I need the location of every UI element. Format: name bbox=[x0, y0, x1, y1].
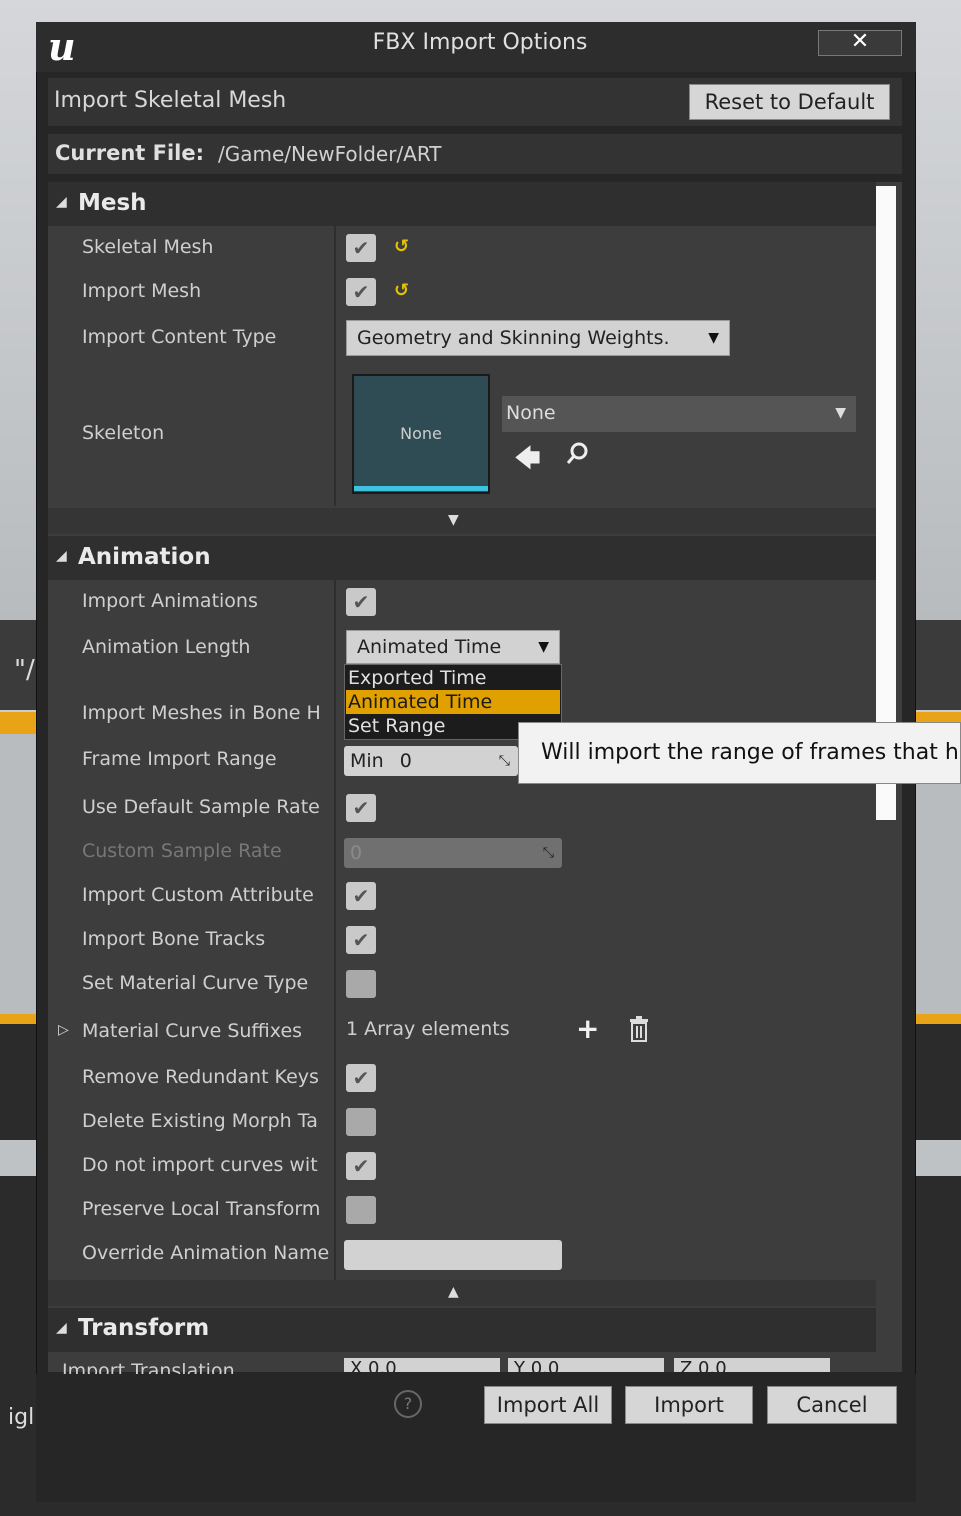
checkbox-delete-existing-morph-targets[interactable]: ✔ bbox=[346, 1108, 376, 1136]
label-import-content-type: Import Content Type bbox=[82, 326, 277, 348]
translation-y-field[interactable]: Y 0.0 bbox=[508, 1358, 664, 1372]
chevron-down-icon: ▼ bbox=[538, 639, 549, 655]
label-remove-redundant-keys: Remove Redundant Keys bbox=[82, 1066, 319, 1088]
editor-side-text: igl bbox=[8, 1405, 35, 1430]
label-skeletal-mesh: Skeletal Mesh bbox=[82, 236, 214, 258]
use-selected-arrow-icon[interactable]: 🡄 bbox=[514, 440, 541, 484]
import-button[interactable]: Import bbox=[625, 1386, 753, 1424]
checkbox-import-custom-attribute[interactable]: ✔ bbox=[346, 882, 376, 910]
help-icon[interactable]: ? bbox=[394, 1390, 422, 1418]
checkbox-import-animations[interactable]: ✔ bbox=[346, 588, 376, 616]
chevron-down-icon: ▼ bbox=[708, 330, 719, 346]
skeleton-thumbnail-label: None bbox=[400, 424, 442, 443]
label-import-custom-attribute: Import Custom Attribute bbox=[82, 884, 314, 906]
section-header-mesh[interactable] bbox=[48, 182, 876, 226]
checkbox-do-not-import-curves[interactable]: ✔ bbox=[346, 1152, 376, 1180]
animation-length-combo[interactable]: Animated Time ▼ bbox=[346, 630, 560, 664]
reset-to-default-button[interactable]: Reset to Default bbox=[689, 84, 890, 120]
label-do-not-import-curves: Do not import curves wit bbox=[82, 1154, 318, 1176]
column-divider bbox=[334, 226, 336, 506]
reset-value-icon[interactable]: ↺ bbox=[394, 236, 409, 257]
custom-sample-rate-field: 0 ⤡ bbox=[344, 838, 562, 868]
translation-z-field[interactable]: Z 0.0 bbox=[674, 1358, 830, 1372]
window-title: FBX Import Options bbox=[372, 30, 588, 55]
close-button[interactable]: ✕ bbox=[818, 30, 902, 56]
label-import-mesh: Import Mesh bbox=[82, 280, 202, 302]
array-element-count: 1 Array elements bbox=[346, 1018, 510, 1040]
dropdown-option-animated-time[interactable]: Animated Time bbox=[346, 690, 560, 714]
label-import-animations: Import Animations bbox=[82, 590, 258, 612]
browse-search-icon[interactable] bbox=[564, 440, 592, 468]
label-delete-existing-morph-targets: Delete Existing Morph Ta bbox=[82, 1110, 318, 1132]
collapse-up-icon[interactable]: ▲ bbox=[448, 1284, 459, 1300]
checkbox-import-mesh[interactable]: ✔ bbox=[346, 278, 376, 306]
delete-trash-icon[interactable] bbox=[628, 1016, 650, 1042]
expanded-triangle-icon[interactable]: ◢ bbox=[56, 194, 67, 210]
import-content-type-combo[interactable]: Geometry and Skinning Weights. ▼ bbox=[346, 320, 730, 356]
checkbox-skeletal-mesh[interactable]: ✔ bbox=[346, 234, 376, 262]
collapsed-triangle-icon[interactable]: ▷ bbox=[58, 1022, 69, 1038]
label-import-meshes-in-bone-hierarchy: Import Meshes in Bone H bbox=[82, 702, 321, 724]
section-title-animation: Animation bbox=[78, 544, 211, 570]
label-preserve-local-transform: Preserve Local Transform bbox=[82, 1198, 321, 1220]
import-all-button[interactable]: Import All bbox=[484, 1386, 612, 1424]
label-skeleton: Skeleton bbox=[82, 422, 165, 444]
option-tooltip: Will import the range of frames that ha bbox=[518, 722, 961, 784]
translation-x-field[interactable]: X 0.0 bbox=[344, 1358, 500, 1372]
label-custom-sample-rate: Custom Sample Rate bbox=[82, 840, 282, 862]
label-frame-import-range: Frame Import Range bbox=[82, 748, 277, 770]
checkbox-remove-redundant-keys[interactable]: ✔ bbox=[346, 1064, 376, 1092]
skeleton-asset-value: None bbox=[506, 402, 556, 424]
add-element-plus-icon[interactable]: + bbox=[576, 1012, 599, 1045]
frame-range-min-field[interactable]: Min 0 ⤡ bbox=[344, 746, 518, 776]
skeleton-asset-picker[interactable]: None ▼ bbox=[502, 396, 856, 432]
combo-value: Animated Time bbox=[357, 636, 502, 658]
label-override-animation-name: Override Animation Name bbox=[82, 1242, 330, 1264]
checkbox-use-default-sample-rate[interactable]: ✔ bbox=[346, 794, 376, 822]
section-title-mesh: Mesh bbox=[78, 190, 147, 216]
label-use-default-sample-rate: Use Default Sample Rate bbox=[82, 796, 320, 818]
checkbox-import-bone-tracks[interactable]: ✔ bbox=[346, 926, 376, 954]
expanded-triangle-icon[interactable]: ◢ bbox=[56, 548, 67, 564]
checkbox-set-material-curve-type[interactable]: ✔ bbox=[346, 970, 376, 998]
min-value: 0 bbox=[399, 750, 412, 772]
asset-type-color-bar bbox=[354, 486, 488, 491]
editor-fragment-text: "/ bbox=[14, 655, 35, 685]
dropdown-option-exported-time[interactable]: Exported Time bbox=[346, 666, 560, 690]
drag-handle-icon: ⤡ bbox=[542, 845, 554, 861]
min-label: Min bbox=[350, 750, 384, 772]
checkbox-preserve-local-transform[interactable]: ✔ bbox=[346, 1196, 376, 1224]
current-file-label: Current File: bbox=[55, 141, 204, 165]
expanded-triangle-icon[interactable]: ◢ bbox=[56, 1320, 67, 1336]
current-file-path: /Game/NewFolder/ART bbox=[218, 142, 442, 166]
advanced-collapse-bar[interactable] bbox=[48, 1280, 876, 1306]
chevron-down-icon: ▼ bbox=[835, 405, 846, 421]
unreal-logo-icon: u bbox=[48, 24, 76, 69]
label-set-material-curve-type: Set Material Curve Type bbox=[82, 972, 309, 994]
section-title-transform: Transform bbox=[78, 1315, 210, 1341]
combo-value: Geometry and Skinning Weights. bbox=[357, 327, 670, 349]
override-animation-name-input[interactable] bbox=[344, 1240, 562, 1270]
label-animation-length: Animation Length bbox=[82, 636, 251, 658]
reset-value-icon[interactable]: ↺ bbox=[394, 280, 409, 301]
expand-down-icon[interactable]: ▼ bbox=[448, 512, 459, 528]
advanced-expand-bar[interactable] bbox=[48, 508, 876, 534]
label-material-curve-suffixes: Material Curve Suffixes bbox=[82, 1020, 303, 1042]
label-import-translation: Import Translation bbox=[62, 1360, 235, 1374]
drag-handle-icon[interactable]: ⤡ bbox=[499, 746, 510, 776]
cancel-button[interactable]: Cancel bbox=[767, 1386, 897, 1424]
custom-sample-rate-value: 0 bbox=[350, 842, 363, 864]
column-divider bbox=[334, 580, 336, 1280]
label-import-bone-tracks: Import Bone Tracks bbox=[82, 928, 266, 950]
import-mode-label: Import Skeletal Mesh bbox=[54, 88, 287, 113]
